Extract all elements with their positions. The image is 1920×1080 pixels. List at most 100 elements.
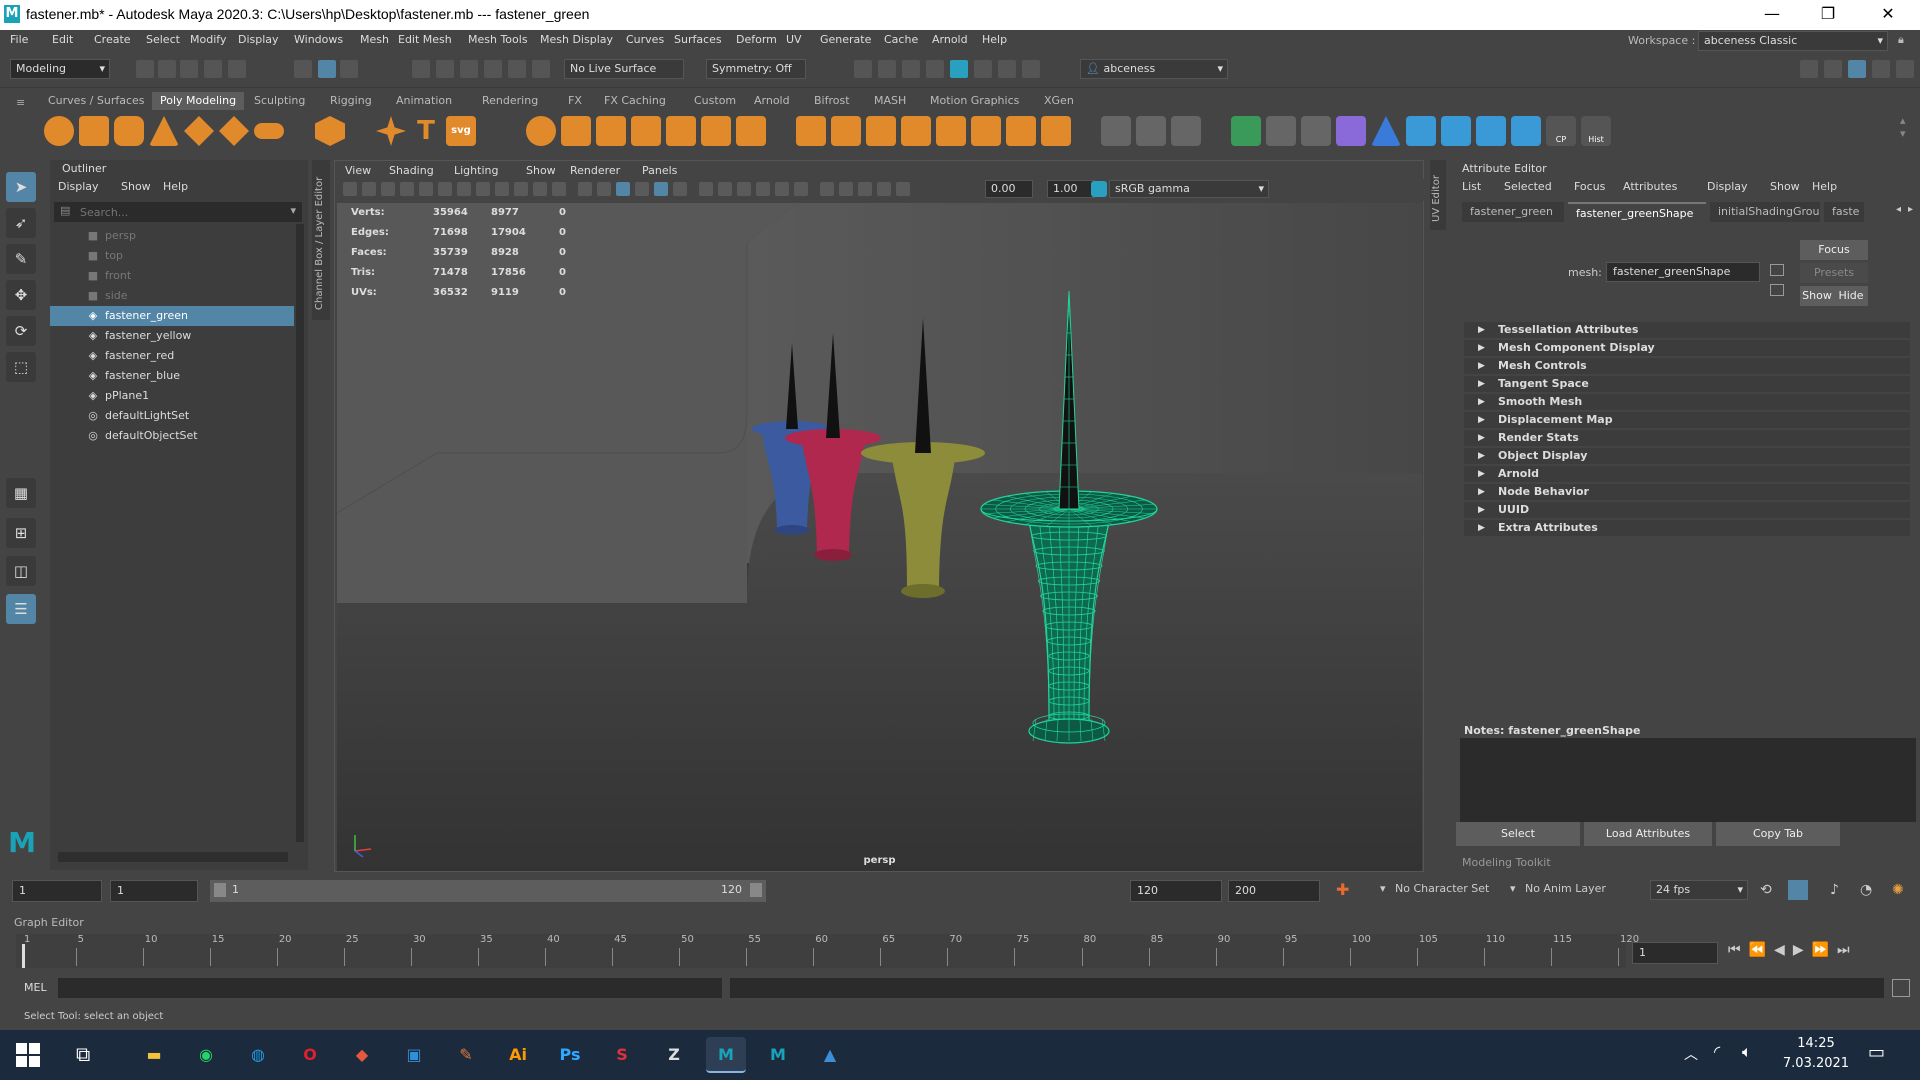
save-scene-icon[interactable]	[180, 60, 198, 78]
attribute-tab-fastener-green[interactable]: fastener_green	[1462, 202, 1564, 222]
poly-cube-icon[interactable]	[79, 116, 109, 146]
section-mesh-controls[interactable]: ▶ Mesh Controls	[1464, 358, 1910, 374]
uv-editor-tab[interactable]: UV Editor	[1430, 160, 1446, 230]
shelf-tab-curves-surfaces[interactable]: Curves / Surfaces	[40, 92, 153, 110]
menu-uv[interactable]: UV	[786, 33, 802, 46]
snap-surface-icon[interactable]	[508, 60, 526, 78]
illustrator-icon[interactable]: Ai	[498, 1037, 538, 1073]
sketch-app-icon[interactable]: ◆	[342, 1037, 382, 1073]
file-explorer-icon[interactable]: ▬	[134, 1037, 174, 1073]
shelf-tab-sculpting[interactable]: Sculpting	[246, 92, 313, 110]
select-component-icon[interactable]	[340, 60, 358, 78]
offset-edge-loop-icon[interactable]	[1171, 116, 1201, 146]
section-extra-attributes[interactable]: ▶ Extra Attributes	[1464, 520, 1910, 536]
shadows-icon[interactable]	[718, 182, 732, 196]
center-pivot-icon[interactable]: CP	[1546, 116, 1576, 146]
outliner-horizontal-scrollbar[interactable]	[58, 852, 288, 862]
poly-torus-icon[interactable]	[184, 116, 214, 146]
go-to-input-icon[interactable]	[1770, 264, 1784, 276]
modeling-toolkit-tab[interactable]: Modeling Toolkit	[1462, 856, 1551, 869]
attribute-tab-fastener-greenshape[interactable]: fastener_greenShape	[1568, 202, 1706, 222]
notifications-icon[interactable]: ▭	[1868, 1042, 1885, 1063]
sidebar-toggle-icon[interactable]	[1800, 60, 1818, 78]
playback-speed-icon[interactable]: ◔	[1860, 882, 1872, 898]
view-transform-dropdown[interactable]: sRGB gamma ▾	[1109, 180, 1269, 198]
maya-2-icon[interactable]: M	[758, 1037, 798, 1073]
bookmarks-icon[interactable]	[381, 182, 395, 196]
grid-icon[interactable]	[457, 182, 471, 196]
poly-plane-icon[interactable]	[219, 116, 249, 146]
redo-icon[interactable]	[228, 60, 246, 78]
show-hidden-icons-icon[interactable]: ︿	[1684, 1044, 1698, 1064]
modeling-toolkit-icon[interactable]	[1824, 60, 1842, 78]
snap-point-icon[interactable]	[460, 60, 478, 78]
menu-edit[interactable]: Edit	[52, 33, 73, 46]
shelf-tab-mash[interactable]: MASH	[866, 92, 914, 110]
menu-display[interactable]: Display	[238, 33, 279, 46]
shelf-tab-fx-caching[interactable]: FX Caching	[596, 92, 674, 110]
range-end-handle[interactable]	[750, 883, 762, 897]
type-tool-icon[interactable]: T	[411, 116, 441, 146]
separate-icon[interactable]	[561, 116, 591, 146]
step-back-key-icon[interactable]: ⏪	[1749, 942, 1774, 958]
auto-key-icon[interactable]: ✚	[1336, 880, 1356, 900]
viewport-menu-panels[interactable]: Panels	[642, 164, 677, 177]
textured-icon[interactable]	[673, 182, 687, 196]
render-sequence-icon[interactable]	[878, 60, 896, 78]
hide-button[interactable]: Hide	[1834, 286, 1868, 306]
user-login-dropdown[interactable]: 👤︎ abceness ▾	[1080, 59, 1228, 79]
menu-cache[interactable]: Cache	[884, 33, 918, 46]
single-perspective-layout-icon[interactable]: ▦	[6, 478, 36, 508]
outliner-search-bar[interactable]: ▤ ▾	[54, 202, 302, 222]
focus-button[interactable]: Focus	[1800, 240, 1868, 260]
move-tool-icon[interactable]: ✥	[6, 280, 36, 310]
append-polygon-icon[interactable]	[971, 116, 1001, 146]
grease-pencil-icon[interactable]	[438, 182, 452, 196]
shelf-tab-rigging[interactable]: Rigging	[322, 92, 380, 110]
step-back-frame-icon[interactable]: ◀	[1774, 942, 1793, 958]
poly-cone-icon[interactable]	[149, 116, 179, 146]
outliner-item-top[interactable]: ■ top	[50, 246, 294, 266]
snap-vertex-icon[interactable]	[532, 60, 550, 78]
isolate-select-icon[interactable]	[820, 182, 834, 196]
load-attributes-button[interactable]: Load Attributes	[1584, 822, 1712, 846]
mel-label[interactable]: MEL	[24, 981, 47, 994]
poly-disc-icon[interactable]	[254, 123, 284, 139]
section-displacement-map[interactable]: ▶ Displacement Map	[1464, 412, 1910, 428]
menu-mesh[interactable]: Mesh	[360, 33, 389, 46]
presets-button[interactable]: Presets	[1800, 263, 1868, 283]
outliner-menu-display[interactable]: Display	[58, 180, 99, 193]
pen-app-icon[interactable]: ✎	[446, 1037, 486, 1073]
select-tool-icon[interactable]: ➤	[6, 172, 36, 202]
menu-mesh-display[interactable]: Mesh Display	[540, 33, 613, 46]
clock-time[interactable]: 14:25	[1776, 1036, 1856, 1051]
safe-title-icon[interactable]	[578, 182, 592, 196]
mirror-icon[interactable]	[666, 116, 696, 146]
sculpt-tool-icon[interactable]	[1336, 116, 1366, 146]
current-frame-field[interactable]: 1	[1632, 942, 1718, 964]
color-management-icon[interactable]	[1091, 181, 1107, 197]
attribute-menu-display[interactable]: Display	[1707, 180, 1748, 193]
new-scene-icon[interactable]	[136, 60, 154, 78]
clock-date[interactable]: 7.03.2021	[1776, 1056, 1856, 1071]
attribute-menu-help[interactable]: Help	[1812, 180, 1837, 193]
windows-start-icon[interactable]	[16, 1043, 40, 1067]
menu-set-dropdown[interactable]: Modeling ▾	[10, 59, 110, 79]
copy-tab-button[interactable]: Copy Tab	[1716, 822, 1840, 846]
outliner-item-fastener-blue[interactable]: ◈ fastener_blue	[50, 366, 294, 386]
range-slider[interactable]: 1 120	[210, 880, 766, 902]
shelf-tab-custom[interactable]: Custom	[686, 92, 744, 110]
section-mesh-component-display[interactable]: ▶ Mesh Component Display	[1464, 340, 1910, 356]
menu-mesh-tools[interactable]: Mesh Tools	[468, 33, 528, 46]
select-hierarchy-icon[interactable]	[294, 60, 312, 78]
depth-of-field-icon[interactable]	[794, 182, 808, 196]
wireframe-on-shaded-icon[interactable]	[654, 182, 668, 196]
select-object-icon[interactable]	[318, 60, 336, 78]
attribute-menu-selected[interactable]: Selected	[1504, 180, 1552, 193]
rotate-tool-icon[interactable]: ⟳	[6, 316, 36, 346]
collapse-icon[interactable]	[1006, 116, 1036, 146]
two-view-layout-icon[interactable]: ◫	[6, 556, 36, 586]
paint-select-tool-icon[interactable]: ✎	[6, 244, 36, 274]
shelf-tab-poly-modeling[interactable]: Poly Modeling	[152, 92, 245, 110]
section-render-stats[interactable]: ▶ Render Stats	[1464, 430, 1910, 446]
